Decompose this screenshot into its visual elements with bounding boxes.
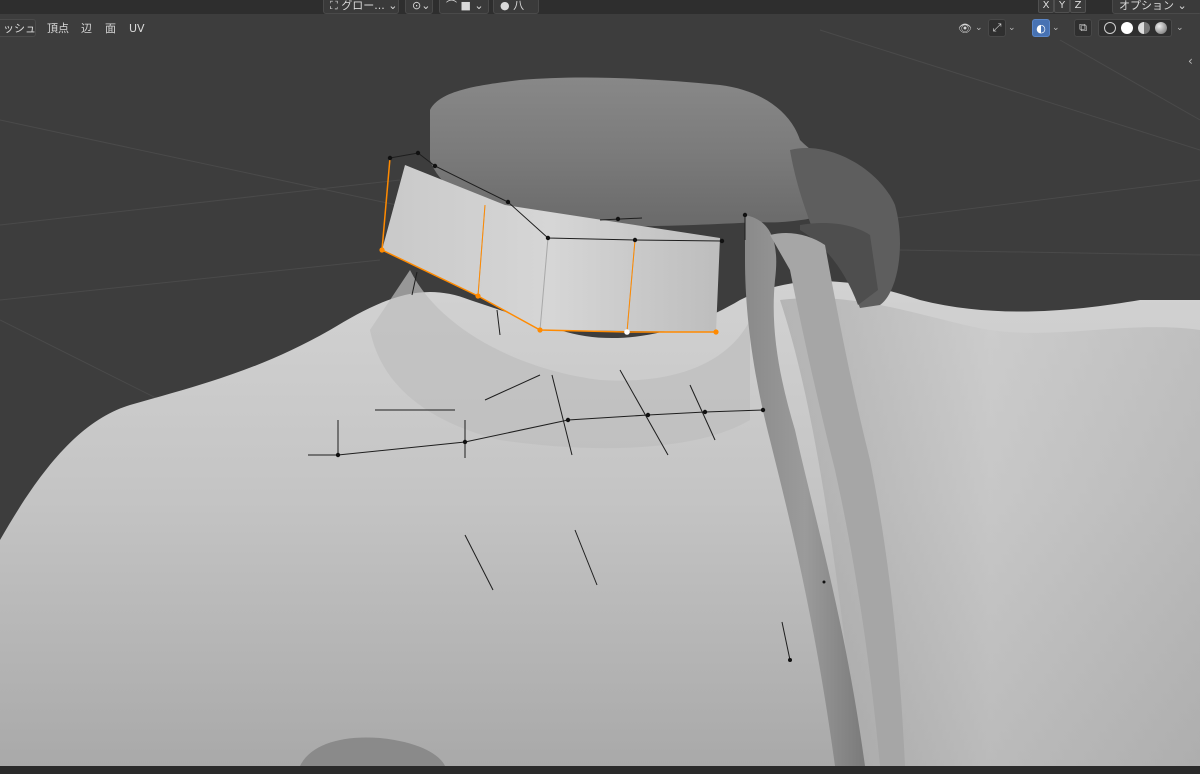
3d-viewport[interactable] — [0, 0, 1200, 774]
gizmo-icon[interactable]: ⤢ — [988, 19, 1006, 37]
material-shading-icon[interactable] — [1137, 22, 1150, 34]
proportional-label: 八 — [513, 0, 525, 12]
vertex-select-mode[interactable]: 頂点 — [40, 19, 76, 37]
proportional-edit[interactable]: ● 八 — [493, 0, 539, 14]
mirror-z-toggle[interactable]: Z — [1070, 0, 1086, 13]
solid-shading-icon[interactable] — [1120, 22, 1133, 34]
bottom-border — [0, 766, 1200, 774]
proportional-icon: ● — [500, 0, 514, 12]
rendered-shading-icon[interactable] — [1154, 22, 1167, 34]
wireframe-shading-icon[interactable] — [1103, 22, 1116, 34]
shading-mode-group — [1098, 19, 1172, 37]
pivot-point-dropdown[interactable]: ⊙⌄ — [405, 0, 433, 14]
pivot-icon: ⊙⌄ — [412, 0, 431, 12]
snap-icon: ⌒ ■ ⌄ — [446, 0, 484, 12]
chevron-down-icon: ⌄ — [1174, 0, 1187, 12]
overlay-icon[interactable]: ◐ — [1032, 19, 1050, 37]
options-label: オプション — [1119, 0, 1174, 12]
orientation-icon: ⛶ — [330, 0, 342, 12]
edge-select-mode[interactable]: 辺 — [74, 19, 99, 37]
uv-select-mode[interactable]: UV — [122, 19, 152, 37]
sidebar-toggle-icon[interactable]: ‹ — [1188, 52, 1193, 70]
face-select-mode[interactable]: 面 — [98, 19, 123, 37]
chevron-down-icon[interactable]: ⌄ — [975, 19, 983, 37]
visibility-icon[interactable]: 👁 — [956, 19, 974, 37]
transform-orientation-dropdown[interactable]: ⛶ グロー... ⌄ — [323, 0, 399, 14]
chevron-down-icon[interactable]: ⌄ — [1176, 19, 1184, 37]
chevron-down-icon[interactable]: ⌄ — [1052, 19, 1060, 37]
transform-orientation-label: グロー... — [341, 0, 385, 12]
active-vertex — [624, 329, 630, 335]
chevron-down-icon: ⌄ — [384, 0, 398, 12]
chevron-down-icon[interactable]: ⌄ — [1008, 19, 1016, 37]
snap-dropdown[interactable]: ⌒ ■ ⌄ — [439, 0, 489, 14]
options-dropdown[interactable]: オプション ⌄ — [1112, 0, 1200, 14]
mesh-menu[interactable]: ッシュ — [0, 19, 36, 37]
mirror-y-toggle[interactable]: Y — [1054, 0, 1070, 13]
xray-icon[interactable]: ⧉ — [1074, 19, 1092, 37]
mirror-x-toggle[interactable]: X — [1038, 0, 1054, 13]
